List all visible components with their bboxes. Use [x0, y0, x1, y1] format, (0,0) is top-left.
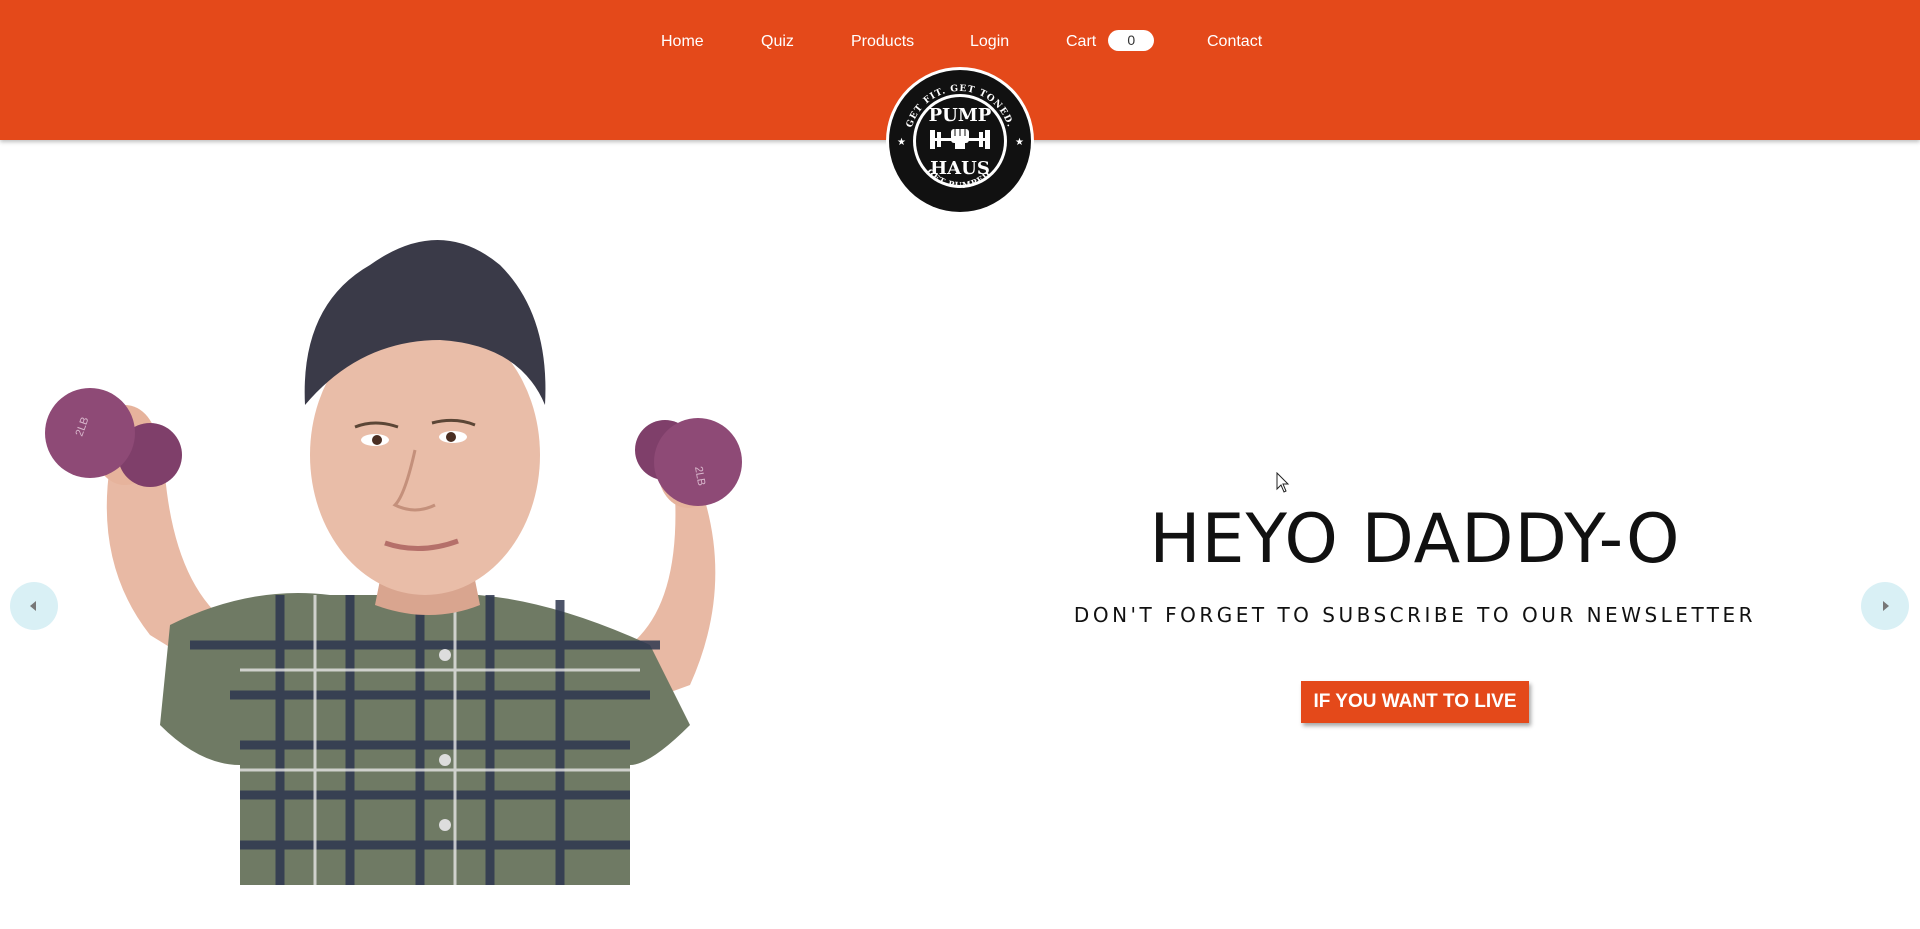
hero-subtitle: DON'T FORGET TO SUBSCRIBE TO OUR NEWSLET…	[1073, 603, 1757, 627]
star-icon: ★	[1015, 137, 1024, 148]
cart-count-badge: 0	[1108, 30, 1155, 51]
chevron-right-icon	[1883, 601, 1889, 611]
chevron-left-icon	[30, 601, 36, 611]
logo-name-line2: HAUS	[930, 158, 990, 179]
man-with-dumbbells-illustration: 2LB 2LB	[45, 240, 742, 885]
dumbbell-right: 2LB	[635, 418, 742, 506]
nav-login-link[interactable]: Login	[970, 29, 1009, 55]
hero-image: 2LB 2LB	[45, 240, 742, 885]
nav-products-link[interactable]: Products	[851, 29, 914, 55]
page: Home Quiz Products Login Cart 0 Contact G…	[0, 0, 1920, 929]
nav-home-link[interactable]: Home	[661, 29, 704, 55]
star-icon: ★	[897, 137, 906, 148]
nav-contact-link[interactable]: Contact	[1207, 29, 1262, 55]
hero-cta-button[interactable]: IF YOU WANT TO LIVE	[1301, 681, 1529, 723]
cart-label: Cart	[1066, 33, 1097, 50]
main-nav: Home Quiz Products Login Cart 0 Contact	[0, 29, 1920, 55]
fist-barbell-icon	[930, 129, 990, 149]
nav-quiz-link[interactable]: Quiz	[761, 29, 794, 55]
mouse-cursor-icon	[1276, 472, 1290, 493]
nav-cart-link[interactable]: Cart 0	[1066, 29, 1155, 55]
pump-haus-logo[interactable]: GET FIT. GET TONED. GET PUMPED. ★ ★ PUMP…	[885, 66, 1035, 216]
carousel-next-button[interactable]	[1861, 582, 1909, 630]
hero-title: HEYO DADDY-O	[1149, 500, 1681, 579]
carousel-prev-button[interactable]	[10, 582, 58, 630]
logo-name-line1: PUMP	[929, 105, 992, 126]
